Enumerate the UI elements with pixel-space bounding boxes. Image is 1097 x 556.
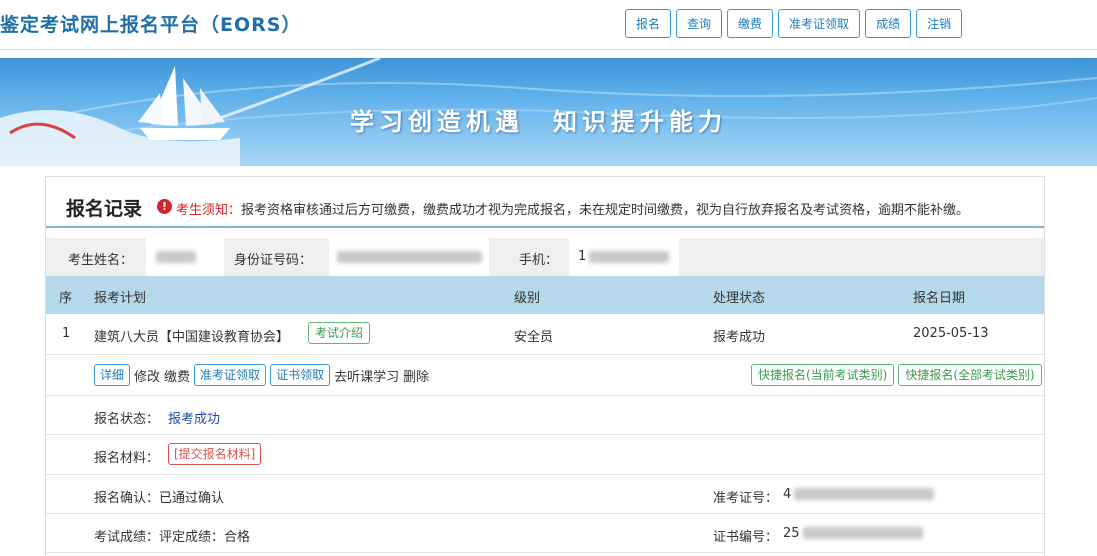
name-label: 考生姓名： bbox=[68, 253, 134, 268]
quick-register-group: 快捷报名(当前考试类别) 快捷报名(全部考试类别) bbox=[751, 364, 1042, 386]
confirm-row: 报名确认：已通过确认 准考证号： 4 bbox=[46, 475, 1044, 514]
material-row: 报名材料： [提交报名材料] bbox=[46, 435, 1044, 475]
score-row: 考试成绩：评定成绩：合格 证书编号： 25 bbox=[46, 514, 1044, 553]
submit-material-button[interactable]: [提交报名材料] bbox=[168, 443, 262, 465]
quick-register-current-button[interactable]: 快捷报名(当前考试类别) bbox=[751, 364, 895, 386]
study-link[interactable]: 去听课学习 bbox=[334, 366, 399, 385]
cert-label: 证书编号： bbox=[713, 530, 779, 545]
candidate-notice: 考生须知：报考资格审核通过后方可缴费，缴费成功才视为完成报名，未在规定时间缴费，… bbox=[176, 199, 969, 218]
reg-status-row: 报名状态： 报考成功 bbox=[46, 396, 1044, 435]
exam-intro-cell: 考试介绍 bbox=[308, 322, 371, 344]
col-index: 序 bbox=[59, 291, 73, 306]
col-level: 级别 bbox=[514, 291, 541, 306]
candidate-info-row: 考生姓名： 身份证号码： 手机： 1 bbox=[46, 238, 1044, 276]
action-group: 详细 修改 缴费 准考证领取 证书领取 去听课学习 删除 bbox=[94, 364, 429, 386]
id-value bbox=[329, 238, 489, 276]
actions-row: 详细 修改 缴费 准考证领取 证书领取 去听课学习 删除 快捷报名(当前考试类别… bbox=[46, 355, 1044, 396]
redacted-id bbox=[337, 251, 482, 263]
name-value bbox=[146, 238, 224, 276]
notice-text: 报考资格审核通过后方可缴费，缴费成功才视为完成报名，未在规定时间缴费，视为自行放… bbox=[241, 203, 970, 218]
table-header: 序 报考计划 级别 处理状态 报名日期 bbox=[46, 276, 1044, 314]
nav-pay-button[interactable]: 缴费 bbox=[727, 9, 774, 38]
material-cell: [提交报名材料] bbox=[168, 443, 262, 465]
confirm-text: 报名确认：已通过确认 bbox=[94, 491, 225, 506]
nav-logout-button[interactable]: 注销 bbox=[916, 9, 963, 38]
site-title: 鉴定考试网上报名平台（EORS） bbox=[0, 14, 302, 36]
sailboat-icon bbox=[138, 66, 230, 140]
redacted-admission-number bbox=[794, 488, 934, 500]
row-plan: 建筑八大员【中国建设教育协会】 bbox=[94, 330, 290, 345]
redacted-cert-number bbox=[803, 527, 923, 539]
phone-label: 手机： bbox=[519, 253, 559, 268]
score-text: 考试成绩：评定成绩：合格 bbox=[94, 530, 251, 545]
registration-record-panel: 报名记录 ! 考生须知：报考资格审核通过后方可缴费，缴费成功才视为完成报名，未在… bbox=[45, 176, 1045, 556]
nav-admission-button[interactable]: 准考证领取 bbox=[778, 9, 861, 38]
detail-button[interactable]: 详细 bbox=[94, 364, 131, 386]
admission-label: 准考证号： bbox=[713, 491, 779, 506]
certificate-button[interactable]: 证书领取 bbox=[270, 364, 331, 386]
delete-link[interactable]: 删除 bbox=[403, 366, 429, 385]
redacted-name bbox=[156, 251, 196, 263]
exam-intro-button[interactable]: 考试介绍 bbox=[308, 322, 371, 344]
panel-header: 报名记录 ! 考生须知：报考资格审核通过后方可缴费，缴费成功才视为完成报名，未在… bbox=[46, 177, 1044, 228]
warning-icon: ! bbox=[157, 199, 172, 214]
admission-ticket-button[interactable]: 准考证领取 bbox=[194, 364, 267, 386]
nav-register-button[interactable]: 报名 bbox=[625, 9, 672, 38]
pay-link[interactable]: 缴费 bbox=[164, 366, 190, 385]
row-status: 报考成功 bbox=[713, 330, 766, 345]
modify-link[interactable]: 修改 bbox=[134, 366, 160, 385]
top-bar: 鉴定考试网上报名平台（EORS） 报名 查询 缴费 准考证领取 成绩 注销 bbox=[0, 0, 1097, 50]
col-plan: 报考计划 bbox=[94, 291, 147, 306]
table-row: 1 建筑八大员【中国建设教育协会】 考试介绍 安全员 报考成功 2025-05-… bbox=[46, 314, 1044, 355]
nav-score-button[interactable]: 成绩 bbox=[865, 9, 912, 38]
col-status: 处理状态 bbox=[713, 291, 766, 306]
phone-prefix: 1 bbox=[578, 249, 587, 264]
notice-label: 考生须知： bbox=[176, 203, 242, 218]
panel-title: 报名记录 bbox=[66, 198, 143, 220]
banner: 学习创造机遇 知识提升能力 bbox=[0, 58, 1097, 166]
row-index: 1 bbox=[62, 326, 71, 341]
cert-prefix: 25 bbox=[783, 526, 800, 541]
phone-value: 1 bbox=[569, 238, 679, 276]
main-nav: 报名 查询 缴费 准考证领取 成绩 注销 bbox=[625, 9, 963, 38]
reg-status-value: 报考成功 bbox=[168, 412, 221, 427]
banner-slogan: 学习创造机遇 知识提升能力 bbox=[350, 107, 727, 136]
row-date: 2025-05-13 bbox=[913, 326, 989, 341]
row-level: 安全员 bbox=[514, 330, 554, 345]
admission-prefix: 4 bbox=[783, 487, 792, 502]
nav-query-button[interactable]: 查询 bbox=[676, 9, 723, 38]
id-label: 身份证号码： bbox=[234, 253, 313, 268]
quick-register-all-button[interactable]: 快捷报名(全部考试类别) bbox=[898, 364, 1042, 386]
col-date: 报名日期 bbox=[913, 291, 966, 306]
reg-status-label: 报名状态： bbox=[94, 412, 160, 427]
material-label: 报名材料： bbox=[94, 451, 160, 466]
redacted-phone bbox=[589, 251, 669, 263]
